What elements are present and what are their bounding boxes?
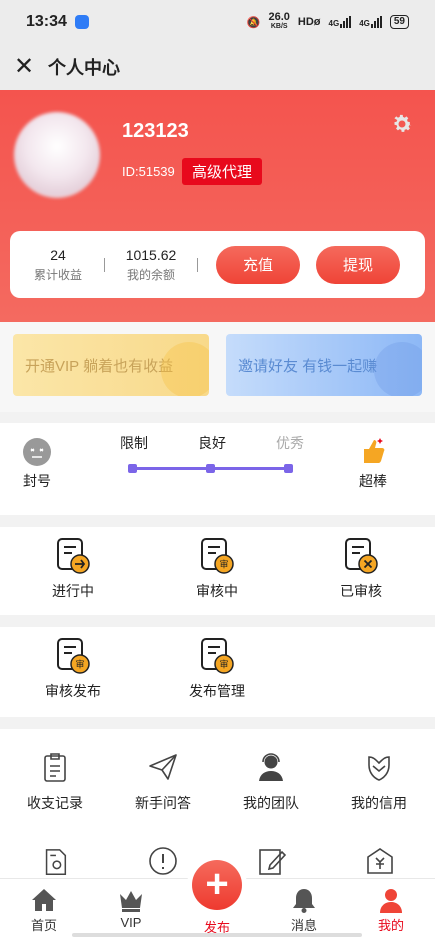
service-credit[interactable]: 我的信用 bbox=[325, 751, 433, 813]
balance-label: 我的余额 bbox=[126, 267, 175, 282]
svg-text:审: 审 bbox=[219, 659, 228, 671]
avatar[interactable] bbox=[14, 112, 100, 198]
clipboard-icon bbox=[44, 753, 66, 782]
excellent-label: 超棒 bbox=[359, 473, 387, 489]
total-income-value: 24 bbox=[50, 246, 66, 263]
task-under-review[interactable]: 审 审核中 bbox=[163, 537, 271, 601]
excellent-indicator: 超棒 bbox=[358, 435, 388, 491]
user-id: ID:51539 bbox=[122, 164, 175, 179]
service-transactions-label: 收支记录 bbox=[27, 795, 83, 811]
thumbs-up-icon bbox=[364, 438, 385, 463]
alert-circle-icon[interactable] bbox=[147, 845, 179, 877]
balance-value: 1015.62 bbox=[125, 246, 177, 263]
task-reviewed[interactable]: 已审核 bbox=[307, 537, 415, 601]
recharge-button[interactable]: 充值 bbox=[216, 245, 300, 284]
task-in-progress[interactable]: 进行中 bbox=[19, 537, 127, 601]
tab-mine-label: 我的 bbox=[377, 918, 404, 933]
home-icon bbox=[32, 889, 56, 911]
tab-messages-label: 消息 bbox=[290, 918, 317, 933]
gear-icon[interactable] bbox=[390, 112, 414, 136]
progress-node bbox=[284, 464, 293, 473]
tab-vip[interactable]: VIP bbox=[96, 887, 166, 930]
document-search-icon[interactable] bbox=[40, 847, 70, 877]
service-faq-label: 新手问答 bbox=[135, 795, 191, 811]
vip-promo-text: 开通VIP 躺着也有收益 bbox=[25, 357, 174, 375]
svg-text:审: 审 bbox=[75, 659, 84, 671]
publish-management[interactable]: 审 发布管理 bbox=[163, 637, 271, 701]
agent-level-badge: 高级代理 bbox=[182, 158, 263, 185]
nav-bar: ✕ 个人中心 bbox=[0, 44, 435, 90]
bell-icon bbox=[293, 889, 315, 913]
service-team[interactable]: 我的团队 bbox=[217, 751, 325, 813]
people-icon bbox=[374, 342, 422, 396]
publish-button[interactable]: + bbox=[187, 855, 247, 915]
withdraw-button[interactable]: 提现 bbox=[316, 245, 400, 284]
money-envelope-icon[interactable] bbox=[364, 845, 396, 877]
mute-icon: 🔕 bbox=[246, 16, 261, 29]
status-time: 13:34 bbox=[26, 13, 67, 30]
banned-label: 封号 bbox=[23, 473, 51, 489]
status-indicators: 🔕 26.0 KB/S HDø 4G 4G 59 bbox=[246, 11, 409, 31]
task-reviewed-label: 已审核 bbox=[340, 583, 382, 599]
page-title: 个人中心 bbox=[48, 58, 120, 78]
task-in-progress-label: 进行中 bbox=[52, 583, 94, 599]
shield-flower-icon bbox=[368, 756, 390, 781]
wallet-card: 24 累计收益 1015.62 我的余额 充值 提现 bbox=[10, 231, 425, 298]
user-icon bbox=[380, 889, 402, 913]
invite-promo-text: 邀请好友 有钱一起赚 bbox=[238, 357, 378, 375]
divider bbox=[104, 257, 105, 272]
document-x-icon bbox=[345, 538, 378, 574]
level-good: 良好 bbox=[198, 435, 226, 451]
service-transactions[interactable]: 收支记录 bbox=[1, 751, 109, 813]
divider bbox=[197, 257, 198, 272]
status-bar: 13:34 🔕 26.0 KB/S HDø 4G 4G 59 bbox=[0, 0, 435, 44]
tab-home[interactable]: 首页 bbox=[9, 887, 79, 934]
level-excellent: 优秀 bbox=[276, 435, 304, 451]
tab-home-label: 首页 bbox=[30, 918, 57, 933]
document-review-icon: 审 bbox=[201, 638, 234, 674]
service-credit-label: 我的信用 bbox=[351, 795, 407, 811]
document-review-icon: 审 bbox=[57, 638, 90, 674]
progress-node bbox=[128, 464, 137, 473]
banned-indicator: 封号 bbox=[22, 437, 52, 491]
signal-2-icon: 4G bbox=[359, 16, 382, 28]
total-income-label: 累计收益 bbox=[33, 267, 82, 282]
tab-mine[interactable]: 我的 bbox=[356, 887, 426, 934]
publish-management-label: 发布管理 bbox=[189, 683, 245, 699]
review-publish-label: 审核发布 bbox=[45, 683, 101, 699]
review-publish[interactable]: 审 审核发布 bbox=[19, 637, 127, 701]
username: 123123 bbox=[122, 120, 189, 142]
sad-face-icon bbox=[23, 438, 51, 466]
signal-1-icon: 4G bbox=[329, 16, 352, 28]
app-notification-icon bbox=[74, 15, 89, 29]
vip-decoration-icon bbox=[161, 342, 209, 396]
close-icon[interactable]: ✕ bbox=[14, 55, 38, 79]
battery-icon: 59 bbox=[389, 15, 409, 29]
crown-icon bbox=[120, 891, 142, 912]
team-icon bbox=[259, 753, 283, 781]
balance-stat[interactable]: 1015.62 我的余额 bbox=[119, 247, 183, 283]
task-status-card: 进行中 审 审核中 已审核 bbox=[0, 527, 435, 615]
progress-node-current bbox=[206, 464, 215, 473]
invite-promo-banner[interactable]: 邀请好友 有钱一起赚 bbox=[226, 334, 422, 396]
hd-indicator: HDø bbox=[297, 16, 321, 28]
plus-icon: + bbox=[192, 860, 242, 910]
edit-icon[interactable] bbox=[256, 845, 288, 877]
tab-messages[interactable]: 消息 bbox=[269, 887, 339, 934]
svg-text:审: 审 bbox=[219, 559, 228, 571]
service-faq[interactable]: 新手问答 bbox=[109, 751, 217, 813]
promo-section: 开通VIP 躺着也有收益 邀请好友 有钱一起赚 bbox=[0, 322, 435, 412]
level-restricted: 限制 bbox=[120, 435, 148, 451]
publish-management-card: 审 审核发布 审 发布管理 bbox=[0, 627, 435, 717]
task-under-review-label: 审核中 bbox=[196, 583, 238, 599]
total-income-stat[interactable]: 24 累计收益 bbox=[26, 247, 90, 283]
tab-vip-label: VIP bbox=[120, 915, 142, 930]
document-arrow-icon bbox=[57, 538, 90, 574]
home-indicator bbox=[72, 933, 362, 937]
vip-promo-banner[interactable]: 开通VIP 躺着也有收益 bbox=[13, 334, 209, 396]
paper-plane-icon bbox=[149, 754, 177, 780]
service-team-label: 我的团队 bbox=[243, 795, 299, 811]
network-speed: 26.0 KB/S bbox=[268, 11, 290, 31]
document-review-icon: 审 bbox=[201, 538, 234, 574]
